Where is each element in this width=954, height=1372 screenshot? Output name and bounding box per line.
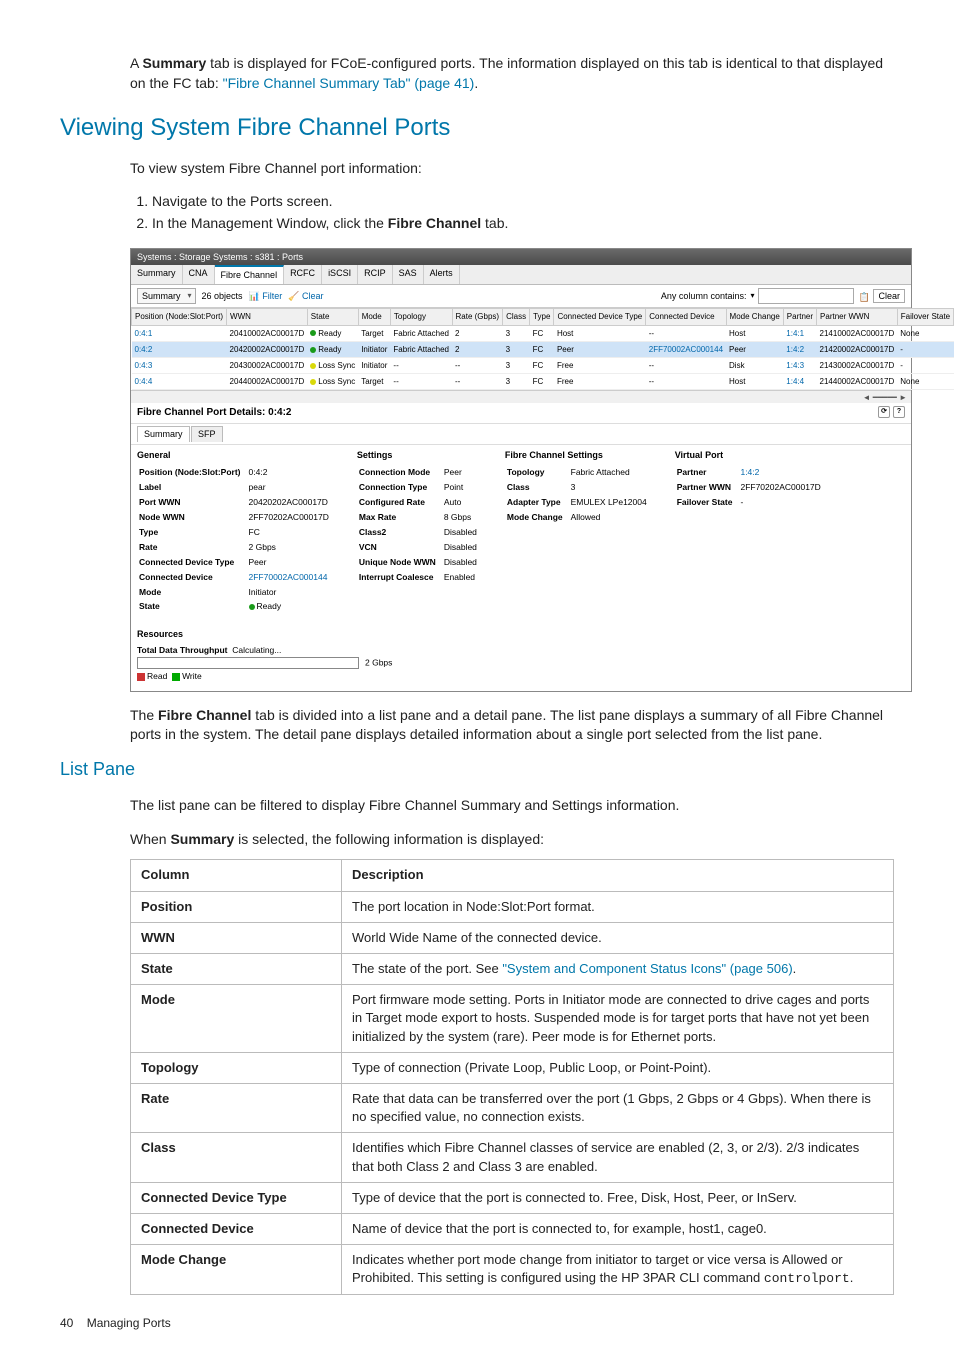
desc-th-column: Column	[131, 860, 342, 891]
desc-row: WWNWorld Wide Name of the connected devi…	[131, 922, 894, 953]
list-pane-intro: The list pane can be filtered to display…	[130, 796, 894, 816]
col-header[interactable]: State	[307, 309, 358, 325]
col-header[interactable]: Topology	[390, 309, 452, 325]
fc-summary-link[interactable]: "Fibre Channel Summary Tab" (page 41)	[223, 75, 475, 91]
detail-subtabs: Summary SFP	[131, 424, 911, 444]
refresh-icon[interactable]: ⟳	[878, 406, 890, 418]
desc-row: Connected Device TypeType of device that…	[131, 1182, 894, 1213]
legend-read-swatch	[137, 673, 145, 681]
desc-row: RateRate that data can be transferred ov…	[131, 1083, 894, 1132]
ports-table: Position (Node:Slot:Port)WWNStateModeTop…	[131, 308, 954, 390]
table-row[interactable]: 0:4:320430002AC00017DLoss SyncInitiator-…	[132, 357, 954, 373]
clear-link[interactable]: 🧹 Clear	[288, 290, 323, 303]
lead-text: To view system Fibre Channel port inform…	[130, 159, 894, 179]
tab-rcip[interactable]: RCIP	[358, 265, 393, 284]
tab-fibre-channel[interactable]: Fibre Channel	[215, 265, 285, 284]
table-row[interactable]: 0:4:220420002AC00017DReadyInitiatorFabri…	[132, 341, 954, 357]
step-2: In the Management Window, click the Fibr…	[152, 214, 894, 234]
clear-button[interactable]: Clear	[873, 289, 905, 304]
tab-sas[interactable]: SAS	[393, 265, 424, 284]
col-header[interactable]: Connected Device Type	[554, 309, 646, 325]
desc-row: StateThe state of the port. See "System …	[131, 954, 894, 985]
desc-row: TopologyType of connection (Private Loop…	[131, 1052, 894, 1083]
col-header[interactable]: Class	[503, 309, 530, 325]
desc-row: ModePort firmware mode setting. Ports in…	[131, 985, 894, 1053]
list-pane-heading: List Pane	[60, 757, 894, 782]
intro-paragraph: A Summary tab is displayed for FCoE-conf…	[130, 54, 894, 93]
settings-panel: Settings Connection ModePeerConnection T…	[357, 449, 485, 617]
desc-row: PositionThe port location in Node:Slot:P…	[131, 891, 894, 922]
filter-input[interactable]	[758, 288, 854, 304]
tab-alerts[interactable]: Alerts	[424, 265, 460, 284]
col-header[interactable]: Partner	[783, 309, 816, 325]
when-summary-text: When Summary is selected, the following …	[130, 830, 894, 850]
table-row[interactable]: 0:4:120410002AC00017DReadyTargetFabric A…	[132, 325, 954, 341]
col-header[interactable]: Position (Node:Slot:Port)	[132, 309, 227, 325]
fc-settings-panel: Fibre Channel Settings TopologyFabric At…	[505, 449, 655, 617]
col-header[interactable]: Partner WWN	[817, 309, 898, 325]
steps-list: Navigate to the Ports screen. In the Man…	[130, 192, 894, 233]
column-description-table: Column Description PositionThe port loca…	[130, 859, 894, 1295]
toolbar: Summary 26 objects 📊 Filter 🧹 Clear Any …	[131, 285, 911, 309]
resources-panel: Resources Total Data Throughput Calculat…	[131, 624, 911, 691]
after-app-paragraph: The Fibre Channel tab is divided into a …	[130, 706, 894, 745]
desc-th-description: Description	[342, 860, 894, 891]
page-footer: 40 Managing Ports	[60, 1315, 894, 1332]
col-header[interactable]: Connected Device	[646, 309, 726, 325]
virtual-port-panel: Virtual Port Partner1:4:2Partner WWN2FF7…	[675, 449, 829, 617]
anycol-label: Any column contains:	[661, 290, 747, 303]
col-header[interactable]: Type	[530, 309, 554, 325]
top-tabs: SummaryCNAFibre ChannelRCFCiSCSIRCIPSASA…	[131, 265, 911, 285]
col-header[interactable]: Mode	[358, 309, 390, 325]
tab-cna[interactable]: CNA	[183, 265, 215, 284]
col-header[interactable]: Failover State	[897, 309, 953, 325]
desc-row: Mode ChangeIndicates whether port mode c…	[131, 1245, 894, 1295]
general-panel: General Position (Node:Slot:Port)0:4:2La…	[137, 449, 337, 617]
col-header[interactable]: Rate (Gbps)	[452, 309, 503, 325]
detail-header: Fibre Channel Port Details: 0:4:2 ⟳ ?	[131, 403, 911, 424]
legend-write-swatch	[172, 673, 180, 681]
view-dropdown[interactable]: Summary	[137, 288, 196, 305]
export-icon[interactable]: 📋	[858, 291, 869, 302]
help-icon[interactable]: ?	[893, 406, 905, 418]
tab-rcfc[interactable]: RCFC	[284, 265, 322, 284]
horizontal-scrollbar[interactable]: ◄ ━━━━━ ►	[131, 390, 911, 403]
desc-row: ClassIdentifies which Fibre Channel clas…	[131, 1133, 894, 1182]
step-1: Navigate to the Ports screen.	[152, 192, 894, 212]
app-window: Systems : Storage Systems : s381 : Ports…	[130, 248, 912, 692]
throughput-bar	[137, 657, 359, 669]
status-icons-link[interactable]: "System and Component Status Icons" (pag…	[502, 961, 792, 976]
object-count: 26 objects	[202, 290, 243, 303]
section-heading: Viewing System Fibre Channel Ports	[60, 111, 894, 145]
col-header[interactable]: Mode Change	[726, 309, 783, 325]
filter-link[interactable]: 📊 Filter	[249, 290, 283, 303]
tab-summary[interactable]: Summary	[131, 265, 183, 284]
subtab-summary[interactable]: Summary	[137, 426, 190, 442]
subtab-sfp[interactable]: SFP	[191, 426, 223, 442]
table-row[interactable]: 0:4:420440002AC00017DLoss SyncTarget----…	[132, 374, 954, 390]
window-titlebar: Systems : Storage Systems : s381 : Ports	[131, 249, 911, 266]
desc-row: Connected DeviceName of device that the …	[131, 1213, 894, 1244]
col-header[interactable]: WWN	[227, 309, 308, 325]
tab-iscsi[interactable]: iSCSI	[322, 265, 358, 284]
